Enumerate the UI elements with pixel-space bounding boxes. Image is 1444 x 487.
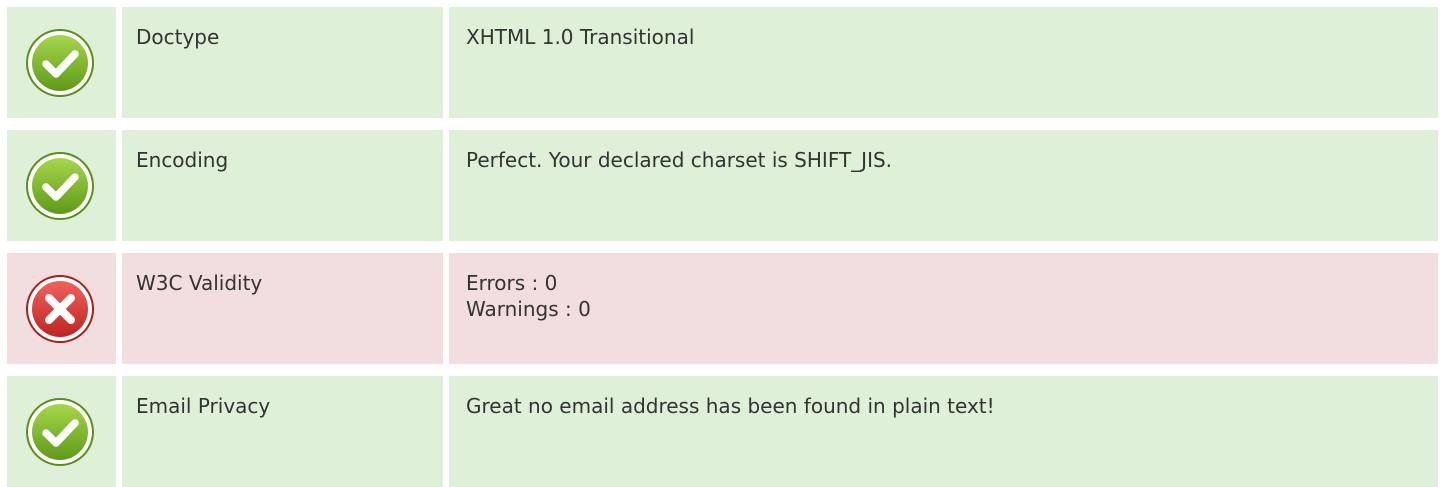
check-value-cell: Errors : 0 Warnings : 0 <box>449 253 1438 364</box>
check-label: Email Privacy <box>136 394 271 418</box>
check-circle-icon <box>24 150 96 222</box>
status-icon-cell <box>7 130 116 241</box>
check-circle-icon <box>24 27 96 99</box>
status-icon-cell <box>7 7 116 118</box>
cross-circle-icon <box>24 273 96 345</box>
status-icon-cell <box>7 253 116 364</box>
check-value: Great no email address has been found in… <box>466 394 995 418</box>
status-icon-cell <box>7 376 116 487</box>
check-value: Perfect. Your declared charset is SHIFT_… <box>466 148 893 172</box>
warnings-count: Warnings : 0 <box>466 297 591 321</box>
seo-check-report: Doctype XHTML 1.0 Transitional Encoding … <box>0 0 1444 487</box>
check-label-cell: Doctype <box>122 7 443 118</box>
check-row-w3c-validity: W3C Validity Errors : 0 Warnings : 0 <box>0 253 1444 364</box>
check-label-cell: Email Privacy <box>122 376 443 487</box>
check-row-encoding: Encoding Perfect. Your declared charset … <box>0 130 1444 241</box>
check-label: Encoding <box>136 148 229 172</box>
check-label-cell: Encoding <box>122 130 443 241</box>
check-value-cell: Perfect. Your declared charset is SHIFT_… <box>449 130 1438 241</box>
check-label: W3C Validity <box>136 271 263 295</box>
check-value-cell: Great no email address has been found in… <box>449 376 1438 487</box>
check-label-cell: W3C Validity <box>122 253 443 364</box>
check-row-doctype: Doctype XHTML 1.0 Transitional <box>0 7 1444 118</box>
check-circle-icon <box>24 396 96 468</box>
check-value: XHTML 1.0 Transitional <box>466 25 695 49</box>
check-value-cell: XHTML 1.0 Transitional <box>449 7 1438 118</box>
errors-count: Errors : 0 <box>466 271 558 295</box>
check-label: Doctype <box>136 25 220 49</box>
check-row-email-privacy: Email Privacy Great no email address has… <box>0 376 1444 487</box>
